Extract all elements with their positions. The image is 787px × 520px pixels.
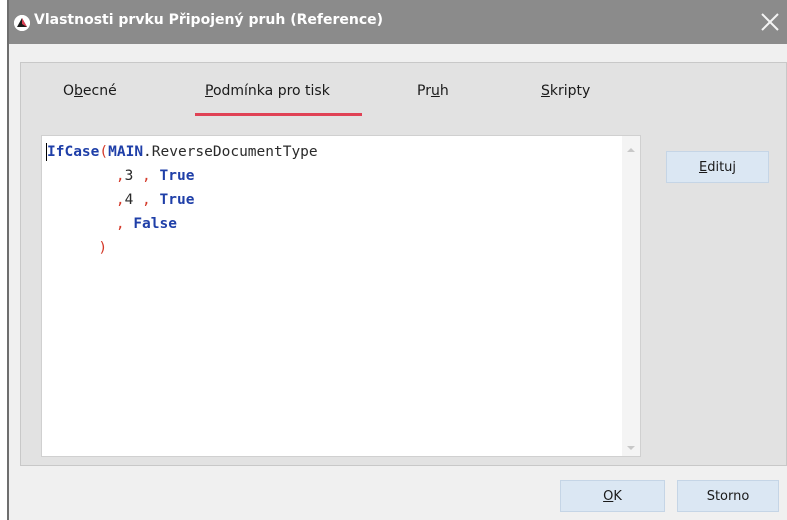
cancel-button-label: Storno	[706, 488, 750, 504]
code-token: .ReverseDocumentType	[143, 144, 318, 160]
close-icon[interactable]	[753, 5, 787, 39]
tab-print-condition[interactable]: Podmínka pro tisk	[205, 83, 330, 107]
edit-button-label: Edituj	[698, 159, 737, 175]
code-token: True	[159, 192, 195, 208]
code-token: 3	[124, 168, 143, 184]
code-token: MAIN	[108, 144, 144, 160]
cancel-button[interactable]: Storno	[677, 480, 779, 512]
code-token: True	[159, 168, 195, 184]
active-tab-indicator	[195, 113, 362, 116]
code-line: , False	[46, 212, 318, 236]
tab-scripts[interactable]: Skripty	[541, 83, 590, 107]
editor-scrollbar[interactable]	[622, 136, 640, 456]
properties-dialog: Vlastnosti prvku Připojený pruh (Referen…	[9, 0, 787, 520]
code-token: (	[99, 144, 109, 160]
scroll-up-icon[interactable]	[625, 141, 637, 153]
code-token: 4	[124, 192, 143, 208]
code-token: ,	[115, 192, 125, 208]
code-token: IfCase	[47, 144, 100, 160]
condition-code-editor[interactable]: IfCase(MAIN.ReverseDocumentType ,3 , Tru…	[41, 135, 641, 457]
code-line: IfCase(MAIN.ReverseDocumentType	[46, 140, 318, 164]
scroll-down-icon[interactable]	[625, 439, 637, 451]
code-token: ,	[115, 216, 134, 232]
tab-band[interactable]: Pruh	[417, 83, 449, 107]
code-token: False	[133, 216, 177, 232]
app-logo-icon	[14, 15, 30, 31]
edit-button[interactable]: Edituj	[666, 151, 769, 183]
code-token: )	[98, 240, 108, 256]
code-text[interactable]: IfCase(MAIN.ReverseDocumentType ,3 , Tru…	[46, 140, 318, 260]
title-bar[interactable]: Vlastnosti prvku Připojený pruh (Referen…	[9, 0, 787, 44]
code-line: ,4 , True	[46, 188, 318, 212]
code-line: )	[46, 236, 318, 260]
tab-panel: Obecné Podmínka pro tisk Pruh Skripty If…	[20, 62, 787, 466]
code-token: ,	[142, 168, 160, 184]
code-line: ,3 , True	[46, 164, 318, 188]
tab-general[interactable]: Obecné	[63, 83, 117, 107]
window-title: Vlastnosti prvku Připojený pruh (Referen…	[34, 12, 384, 28]
code-token: ,	[115, 168, 125, 184]
ok-button[interactable]: OK	[560, 480, 665, 512]
code-token: ,	[142, 192, 160, 208]
ok-button-label: OK	[603, 488, 622, 504]
